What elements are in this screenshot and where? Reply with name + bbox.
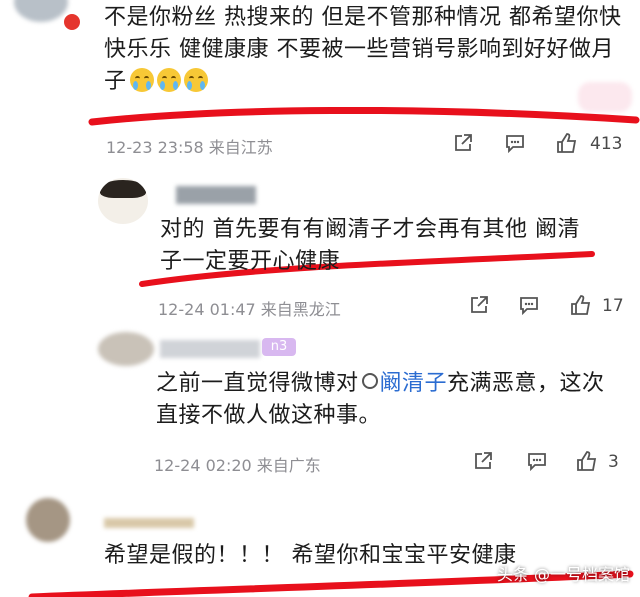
comment-icon[interactable] (526, 450, 548, 472)
share-icon[interactable] (472, 450, 494, 472)
like-count: 17 (602, 296, 624, 316)
sticker-image (578, 82, 632, 112)
like-icon[interactable] (570, 294, 592, 316)
like-count: 3 (608, 452, 619, 472)
hair-shape (100, 180, 146, 198)
watermark: 头条 @一号档案馆 (496, 565, 630, 584)
comment-meta: 12-24 01:47 来自黑龙江 (158, 300, 341, 319)
like-icon[interactable] (576, 450, 598, 472)
username[interactable] (176, 186, 256, 204)
crying-emoji-icon (183, 68, 208, 92)
comment-text: 之前一直觉得微博对 阚清子充满恶意，这次直接不做人做这种事。 (156, 371, 605, 428)
verified-badge-icon (62, 12, 82, 32)
username[interactable] (104, 518, 194, 528)
comment-meta: 12-23 23:58 来自江苏 (106, 138, 273, 157)
comment-text: 不是你粉丝 热搜来的 但是不管那种情况 都希望你快快乐乐 健健康康 不要被一些营… (104, 5, 622, 94)
avatar[interactable] (26, 498, 70, 542)
like-icon[interactable] (556, 132, 578, 154)
like-count: 413 (590, 134, 623, 154)
share-icon[interactable] (452, 132, 474, 154)
share-icon[interactable] (468, 294, 490, 316)
comment-icon[interactable] (518, 294, 540, 316)
comment-icon[interactable] (504, 132, 526, 154)
avatar[interactable] (14, 0, 68, 22)
crying-emoji-icon (156, 68, 181, 92)
crying-emoji-icon (129, 68, 154, 92)
avatar[interactable] (98, 178, 148, 224)
comment-text: 对的 首先要有有阚清子才会再有其他 阚清子一定要开心健康 (160, 217, 580, 274)
username[interactable] (160, 340, 260, 358)
search-icon (361, 373, 378, 389)
mention-link[interactable]: 阚清子 (359, 371, 448, 396)
level-badge: n3 (262, 338, 296, 356)
comment-meta: 12-24 02:20 来自广东 (154, 456, 321, 475)
avatar[interactable] (98, 332, 154, 366)
